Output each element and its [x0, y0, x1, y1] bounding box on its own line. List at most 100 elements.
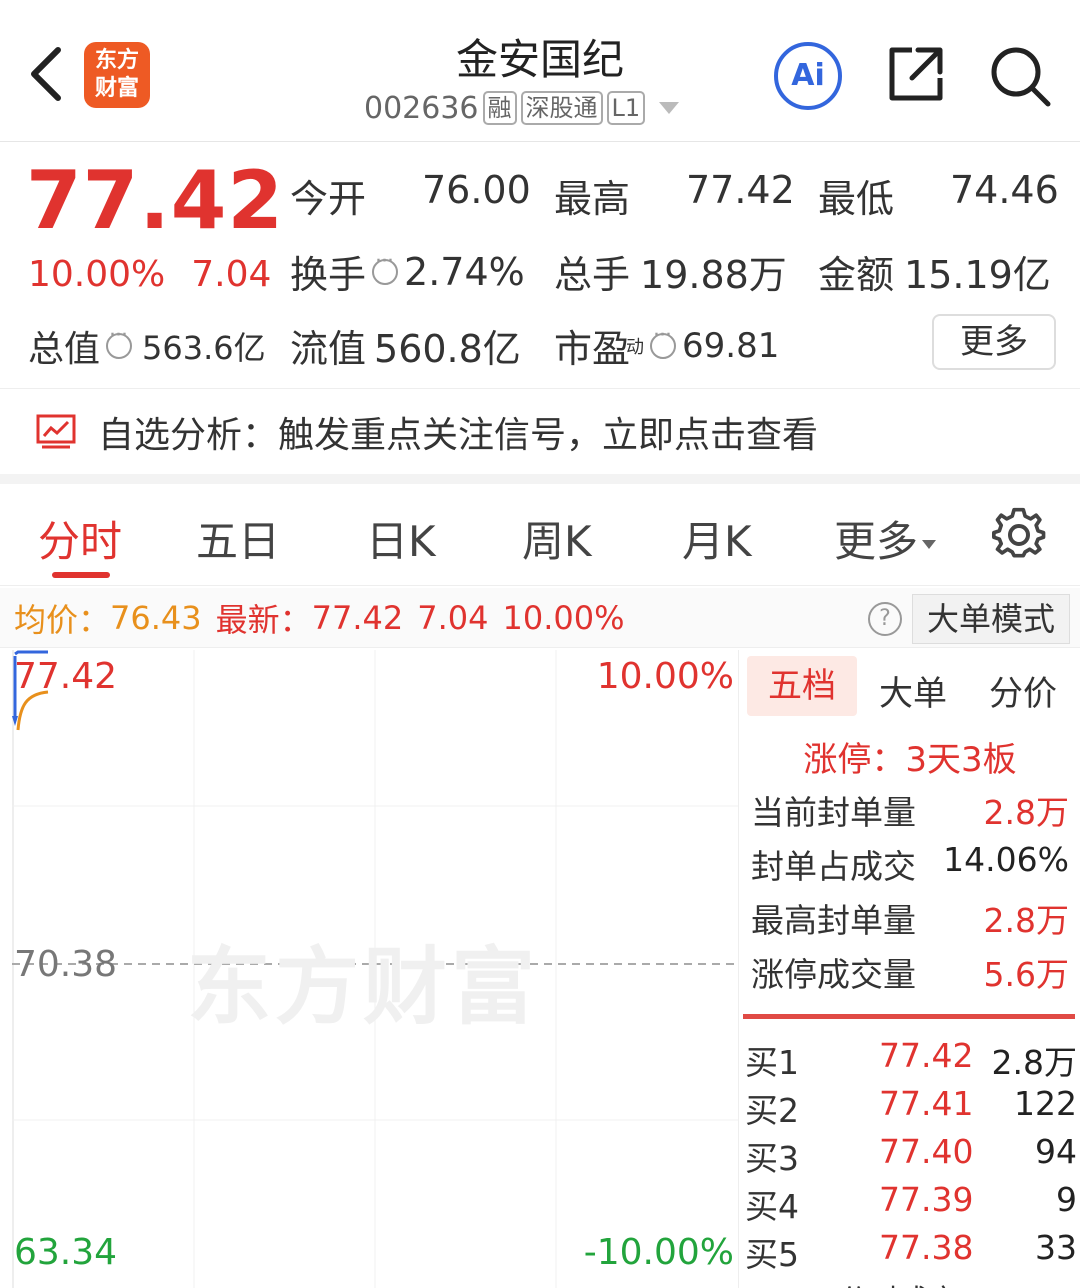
tab-price-distribution[interactable]: 分价: [989, 666, 1057, 715]
pe-dynamic-mark: 动: [626, 336, 645, 358]
volume-row: 总手 19.88万: [554, 244, 787, 299]
stat-row: 最高封单量 2.8万: [751, 894, 1069, 942]
turnover-label: 换手: [290, 253, 367, 297]
tab-intraday[interactable]: 分时: [38, 508, 122, 569]
pe-row: 市盈 动 69.81: [554, 318, 779, 373]
logo-text-1: 东方: [94, 48, 139, 73]
big-order-mode-button[interactable]: 大单模式: [912, 594, 1070, 644]
y-top-label: 77.42: [14, 656, 118, 697]
bid-price: 77.38: [879, 1228, 974, 1267]
banner-text: 自选分析：触发重点关注信号，立即点击查看: [98, 414, 819, 456]
total-value-label: 总值: [28, 329, 101, 370]
total-value: 总值 563.6亿: [28, 320, 266, 372]
tab-five-day[interactable]: 五日: [196, 508, 280, 569]
y-mid-label: 70.38: [14, 944, 118, 985]
amount-label: 金额: [818, 253, 895, 297]
tab-five-levels[interactable]: 五档: [747, 656, 857, 716]
stat-row: 涨停成交量 5.6万: [751, 948, 1069, 996]
bid-qty: 9: [1056, 1180, 1077, 1219]
bid-label: 买2: [745, 1091, 799, 1130]
help-icon[interactable]: ?: [868, 602, 902, 636]
bid-price: 77.41: [879, 1084, 974, 1123]
stat-label: 最高封单量: [751, 901, 916, 940]
bid-price: 77.40: [879, 1132, 974, 1171]
low-label: 最低: [818, 177, 895, 221]
stock-name: 金安国纪: [455, 35, 624, 84]
ai-button[interactable]: Ai: [774, 42, 842, 110]
more-button[interactable]: 更多: [932, 314, 1056, 370]
stat-row: 当前封单量 2.8万: [751, 786, 1069, 834]
tab-week-k[interactable]: 周K: [522, 508, 592, 569]
open-row: 今开: [290, 168, 366, 223]
bid-label: 买4: [745, 1187, 799, 1226]
turnover-info-icon[interactable]: [372, 249, 399, 285]
stat-label: 封单占成交: [751, 847, 916, 886]
change-percent: 10.00%: [28, 254, 166, 295]
search-icon[interactable]: [988, 44, 1052, 108]
open-label: 今开: [290, 177, 367, 221]
stat-row: 封单占成交 14.06%: [751, 840, 1069, 888]
stat-label: 涨停成交量: [751, 955, 916, 994]
stock-code: 002636: [364, 90, 479, 126]
share-icon[interactable]: [886, 44, 946, 104]
tab-more[interactable]: 更多: [834, 508, 937, 569]
high-label: 最高: [554, 177, 631, 221]
stat-value: 5.6万: [983, 955, 1069, 994]
chart-period-tabs: 分时 五日 日K 周K 月K 更多: [0, 486, 1080, 586]
float-row: 流值 560.8亿: [290, 318, 521, 373]
bid-qty: 33: [1035, 1228, 1077, 1267]
intraday-chart[interactable]: 东方财富 77.42 10.00% 70.38 63.34 -10.00%: [12, 650, 738, 1288]
latest-value: 77.42: [311, 598, 404, 637]
more-info-icon[interactable]: [106, 323, 133, 359]
last-price: 77.42: [26, 154, 285, 247]
tag-level: L1: [606, 91, 646, 125]
top-bar: 东方 财富 金安国纪 002636 融 深股通 L1 Ai: [0, 0, 1080, 142]
pe-label: 市盈: [554, 327, 631, 371]
pct-top-label: 10.00%: [596, 656, 734, 697]
limit-up-title: 涨停：3天3板: [803, 740, 1017, 780]
bid-price: 77.42: [879, 1036, 974, 1075]
y-bottom-label: 63.34: [14, 1232, 118, 1273]
app-logo[interactable]: 东方 财富: [84, 42, 150, 108]
tab-more-label: 更多: [834, 517, 919, 566]
float-label: 流值: [290, 327, 367, 371]
avg-value: 76.43: [110, 598, 202, 637]
stock-subtitle[interactable]: 002636 融 深股通 L1: [364, 88, 680, 128]
stat-value: 14.06%: [943, 840, 1069, 879]
tab-big-orders[interactable]: 大单: [879, 666, 947, 715]
total-value-number: 563.6亿: [142, 329, 266, 367]
tab-day-k[interactable]: 日K: [366, 508, 436, 569]
tag-margin: 融: [482, 91, 517, 125]
strip-change-percent: 10.00%: [502, 598, 625, 637]
chevron-down-icon[interactable]: [659, 102, 680, 114]
tab-month-k[interactable]: 月K: [682, 508, 752, 569]
turnover-value: 2.74%: [404, 249, 525, 294]
bid-qty: 2.8万: [991, 1043, 1077, 1082]
chart-analysis-icon: [36, 414, 76, 448]
avg-line: [16, 690, 49, 731]
avg-label: 均价：: [14, 600, 111, 639]
price-change: 10.00% 7.04: [28, 254, 271, 295]
logo-text-2: 财富: [94, 76, 139, 101]
bid-qty: 94: [1035, 1132, 1077, 1171]
back-arrow-icon[interactable]: [24, 44, 68, 104]
caret-down-icon: [922, 540, 937, 549]
gear-icon[interactable]: [992, 506, 1046, 560]
bid-label: 买3: [745, 1139, 799, 1178]
tag-connect: 深股通: [520, 91, 603, 125]
watermark: 东方财富: [187, 938, 540, 1036]
bid-label: 买1: [745, 1043, 799, 1082]
order-book-panel: 五档 大单 分价 涨停：3天3板 当前封单量 2.8万 封单占成交 14.06%…: [738, 650, 1080, 1288]
volume-value: 19.88万: [640, 253, 787, 297]
trades-section-title[interactable]: 分时成交: [839, 1276, 959, 1288]
float-value: 560.8亿: [374, 327, 521, 371]
pe-info-icon[interactable]: [650, 323, 677, 359]
quote-panel: 77.42 10.00% 7.04 总值 563.6亿 今开 76.00 最高 …: [0, 142, 1080, 388]
low-value: 74.46: [950, 168, 1059, 212]
analysis-banner[interactable]: 自选分析：触发重点关注信号，立即点击查看: [0, 388, 1080, 484]
active-tab-indicator: [52, 572, 110, 578]
order-book-tabs: 五档 大单 分价: [743, 656, 1079, 716]
change-amount: 7.04: [191, 254, 272, 295]
stat-value: 2.8万: [983, 793, 1069, 832]
open-value: 76.00: [422, 168, 531, 212]
